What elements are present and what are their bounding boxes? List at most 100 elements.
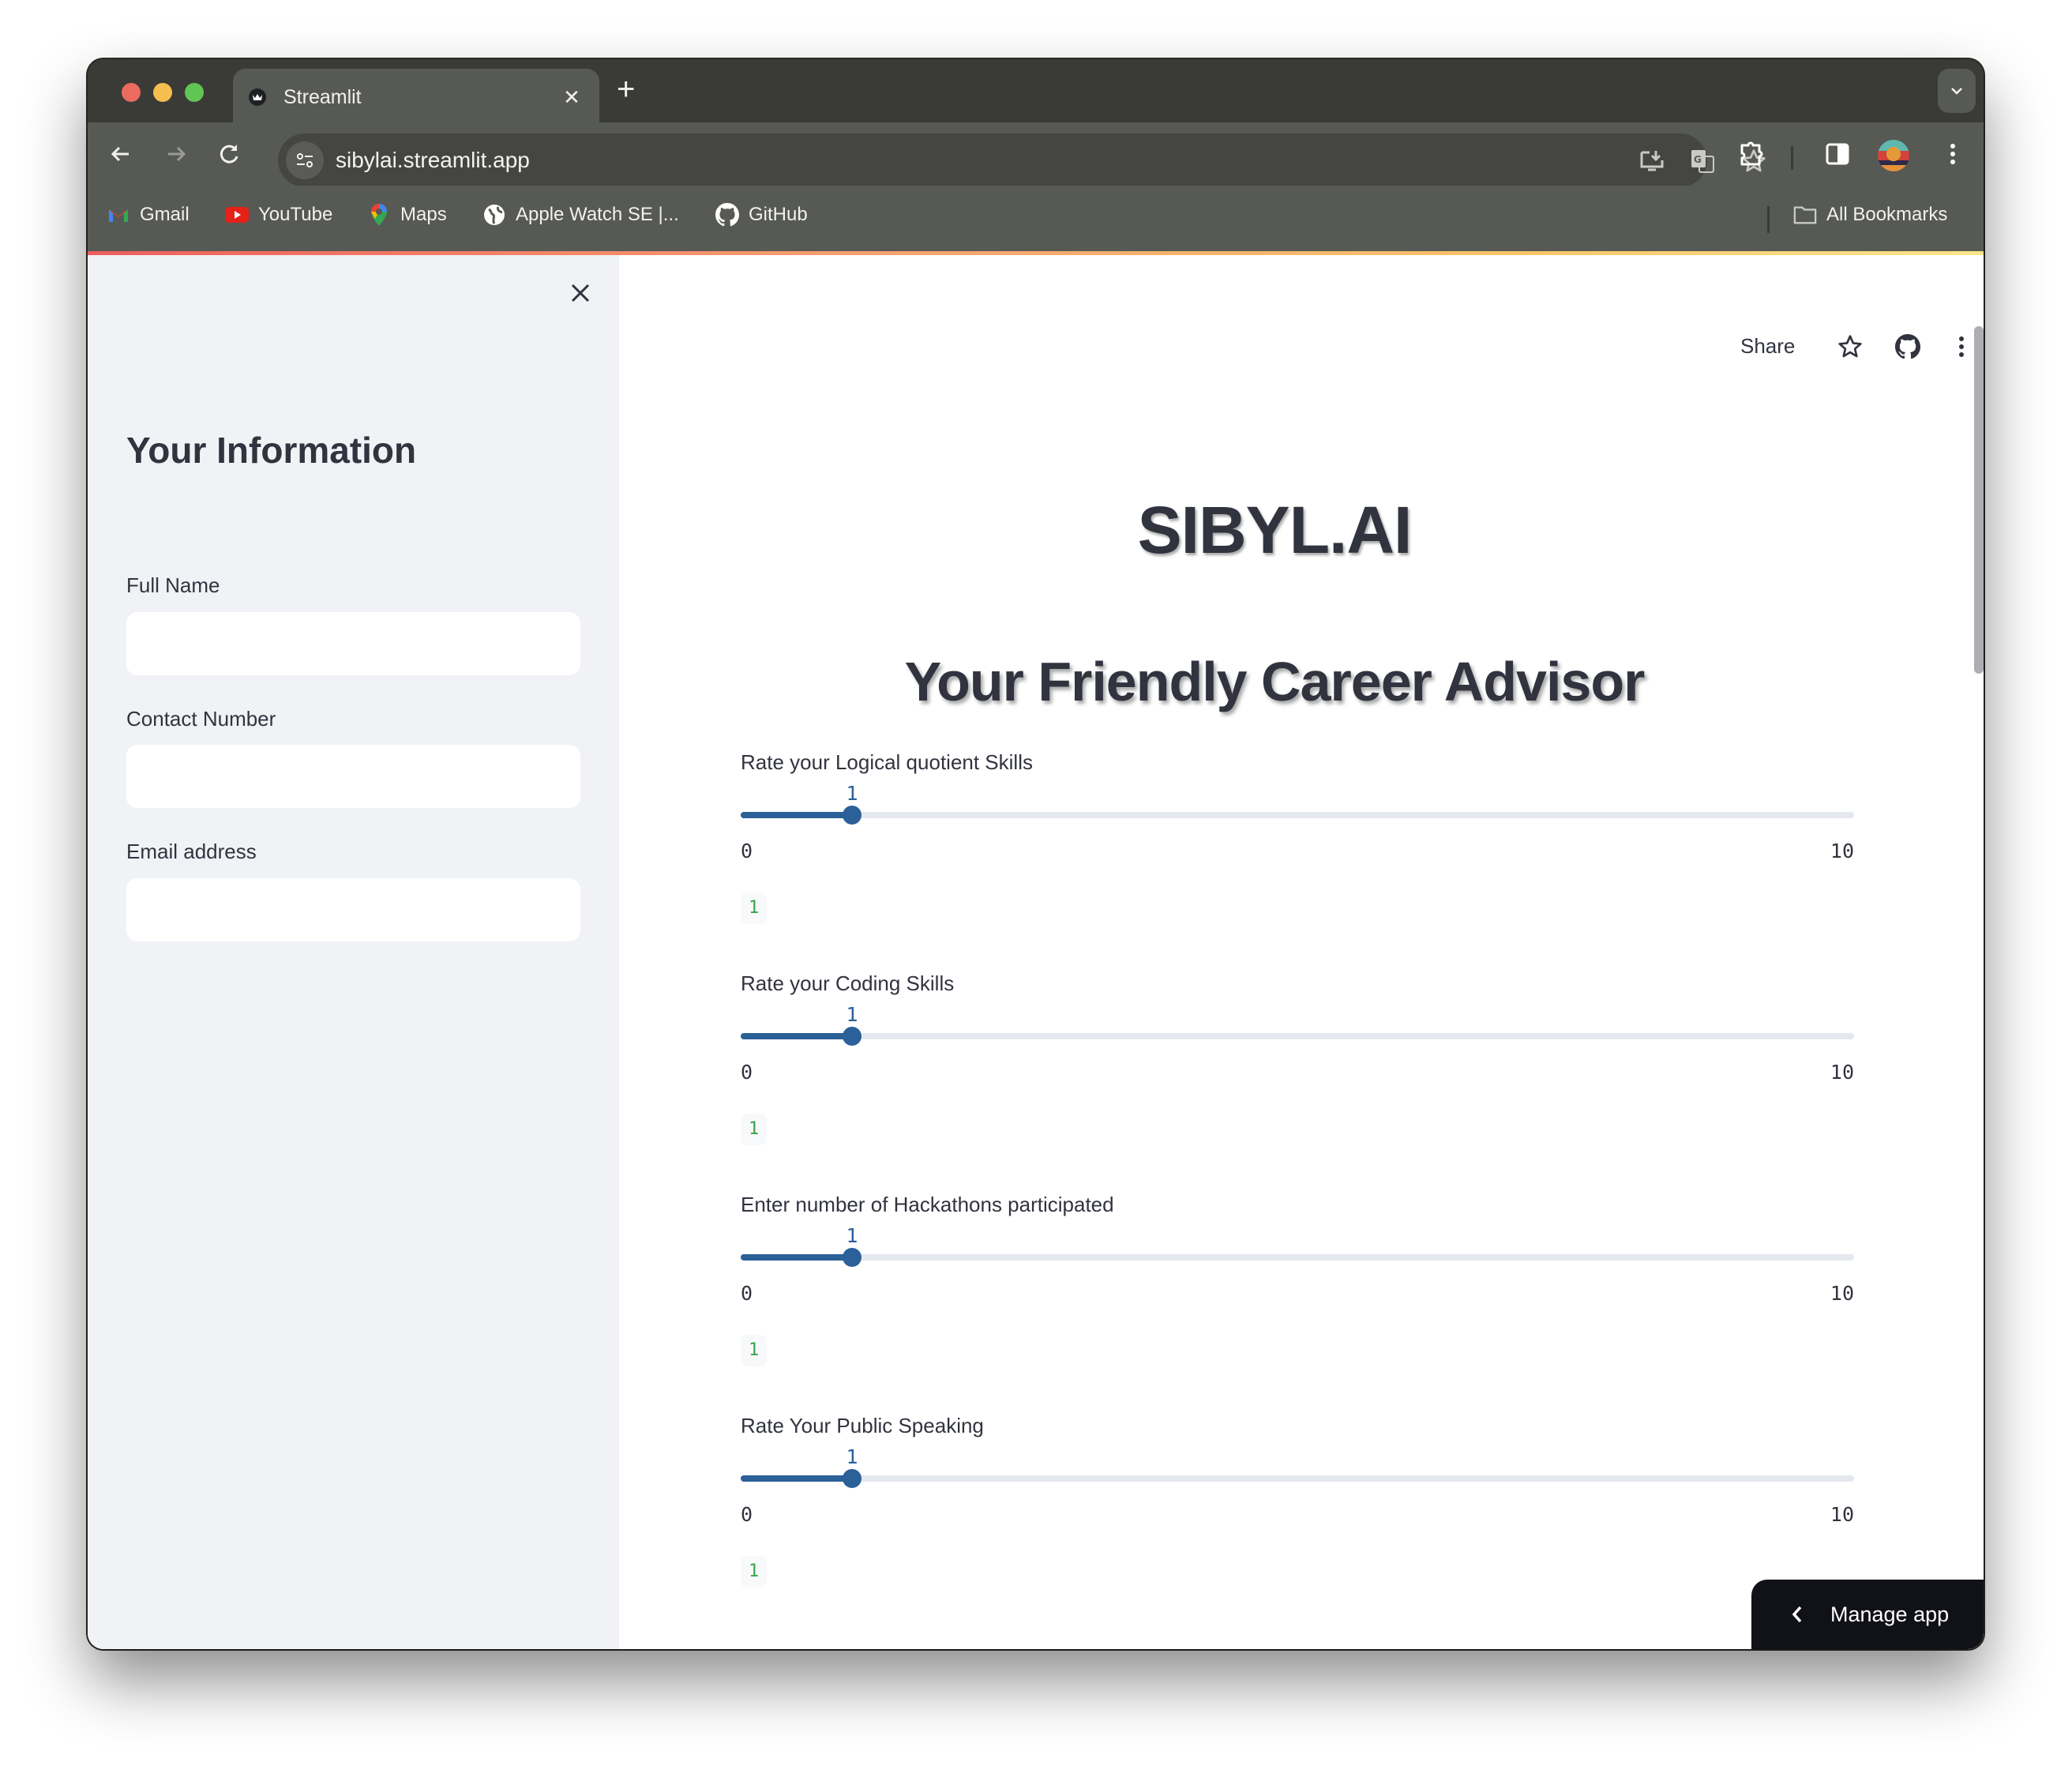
slider-label: Rate Your Public Speaking (741, 1414, 984, 1437)
install-app-icon[interactable] (1638, 148, 1665, 175)
gmail-icon (107, 203, 130, 227)
email-address-input[interactable] (126, 878, 580, 941)
site-settings-icon[interactable] (286, 141, 324, 179)
slider-min-label: 0 (741, 1061, 753, 1084)
chevron-down-icon (1951, 88, 1962, 95)
slider-current-value: 1 (846, 1224, 858, 1247)
translate-icon[interactable]: G (1689, 148, 1716, 175)
reload-button[interactable] (214, 138, 246, 170)
full-name-label: Full Name (126, 573, 220, 597)
folder-icon (1793, 203, 1817, 227)
bookmark-maps[interactable]: Maps (367, 203, 447, 227)
favorite-star-icon[interactable] (1834, 331, 1866, 363)
minimize-window-button[interactable] (153, 83, 172, 102)
main-menu-icon[interactable] (1946, 331, 1977, 363)
address-bar[interactable]: sibylai.streamlit.app G (278, 133, 1766, 187)
bookmark-youtube[interactable]: YouTube (225, 203, 332, 227)
youtube-icon (225, 203, 249, 227)
contact-number-input[interactable] (126, 745, 580, 808)
manage-app-label: Manage app (1830, 1602, 1950, 1626)
slider-min-label: 0 (741, 840, 753, 862)
maximize-window-button[interactable] (185, 83, 204, 102)
bookmark-label: Apple Watch SE |... (516, 204, 679, 225)
slider-fill (741, 1475, 852, 1482)
slider-3: Rate Your Public Speaking 1 0 10 1 (741, 1414, 1854, 1619)
slider-label: Rate your Coding Skills (741, 971, 955, 995)
tab-strip: Streamlit ✕ + (88, 59, 1984, 126)
slider-max-label: 10 (1830, 1282, 1854, 1305)
slider-output-code: 1 (741, 1335, 768, 1366)
slider-min-label: 0 (741, 1503, 753, 1526)
slider-output-code: 1 (741, 1556, 768, 1588)
url-text: sibylai.streamlit.app (336, 148, 530, 172)
svg-text:G: G (1694, 154, 1702, 165)
slider-max-label: 10 (1830, 1503, 1854, 1526)
forward-button[interactable] (160, 138, 192, 170)
bookmark-label: YouTube (258, 204, 333, 225)
scrollbar[interactable] (1974, 326, 1984, 674)
back-button[interactable] (105, 138, 137, 170)
slider-max-label: 10 (1830, 1061, 1854, 1084)
bookmark-label: Maps (400, 204, 447, 225)
slider-2: Enter number of Hackathons participated 1… (741, 1193, 1854, 1398)
slider-output-code: 1 (741, 892, 768, 924)
manage-app-button[interactable]: Manage app (1751, 1580, 1984, 1649)
browser-window: Streamlit ✕ + sibylai.streamlit.app G Gm… (88, 59, 1984, 1649)
slider-thumb[interactable] (843, 1469, 861, 1488)
arrow-left-icon (111, 146, 129, 162)
side-panel-icon[interactable] (1822, 138, 1853, 170)
slider-thumb[interactable] (843, 1248, 861, 1267)
chevron-left-icon (1791, 1605, 1804, 1624)
close-window-button[interactable] (122, 83, 141, 102)
browser-menu-icon[interactable] (1937, 138, 1969, 170)
bookmark-label: Gmail (140, 204, 190, 225)
full-name-input[interactable] (126, 612, 580, 675)
slider-fill (741, 1254, 852, 1261)
bookmark-label: GitHub (749, 204, 808, 225)
profile-avatar[interactable] (1878, 140, 1909, 171)
globe-icon (482, 203, 506, 227)
email-address-label: Email address (126, 840, 257, 863)
contact-number-label: Contact Number (126, 707, 276, 731)
close-icon (571, 284, 590, 302)
streamlit-crown-icon (249, 88, 266, 106)
app-title: SIBYL.AI (1137, 493, 1413, 567)
slider-label: Rate your Logical quotient Skills (741, 750, 1033, 774)
maps-icon (367, 203, 391, 227)
extensions-icon[interactable] (1736, 138, 1767, 170)
bookmarks-divider (1767, 206, 1770, 233)
slider-track[interactable] (741, 1254, 1854, 1261)
reload-icon (220, 145, 238, 163)
close-sidebar-button[interactable] (566, 279, 595, 307)
slider-min-label: 0 (741, 1282, 753, 1305)
share-button[interactable]: Share (1740, 334, 1795, 359)
app-subtitle: Your Friendly Career Advisor (904, 651, 1646, 712)
tab-close-icon[interactable]: ✕ (560, 85, 584, 110)
tab-streamlit[interactable]: Streamlit ✕ (233, 69, 599, 126)
toolbar-divider (1791, 146, 1793, 170)
bookmark-apple-watch[interactable]: Apple Watch SE |... (482, 203, 679, 227)
sidebar: Your Information Full Name Contact Numbe… (88, 255, 619, 1649)
slider-track[interactable] (741, 812, 1854, 818)
slider-track[interactable] (741, 1033, 1854, 1039)
main-area: Share SIBYL.AI Your Friendly Career Advi… (619, 255, 1984, 1649)
github-icon[interactable] (1892, 331, 1924, 363)
slider-current-value: 1 (846, 1445, 858, 1468)
sidebar-title: Your Information (126, 430, 417, 471)
tab-search-button[interactable] (1938, 69, 1976, 113)
slider-output-code: 1 (741, 1114, 768, 1145)
slider-0: Rate your Logical quotient Skills 1 0 10 1 (741, 750, 1854, 956)
new-tab-button[interactable]: + (617, 73, 635, 105)
slider-fill (741, 1033, 852, 1039)
slider-track[interactable] (741, 1475, 1854, 1482)
bookmark-gmail[interactable]: Gmail (107, 203, 190, 227)
arrow-right-icon (168, 146, 186, 162)
github-icon (715, 203, 739, 227)
slider-thumb[interactable] (843, 1027, 861, 1046)
slider-thumb[interactable] (843, 806, 861, 825)
all-bookmarks-button[interactable]: All Bookmarks (1793, 203, 1947, 227)
slider-fill (741, 812, 852, 818)
slider-1: Rate your Coding Skills 1 0 10 1 (741, 971, 1854, 1177)
bookmark-github[interactable]: GitHub (715, 203, 808, 227)
app-content: Your Information Full Name Contact Numbe… (88, 255, 1984, 1649)
